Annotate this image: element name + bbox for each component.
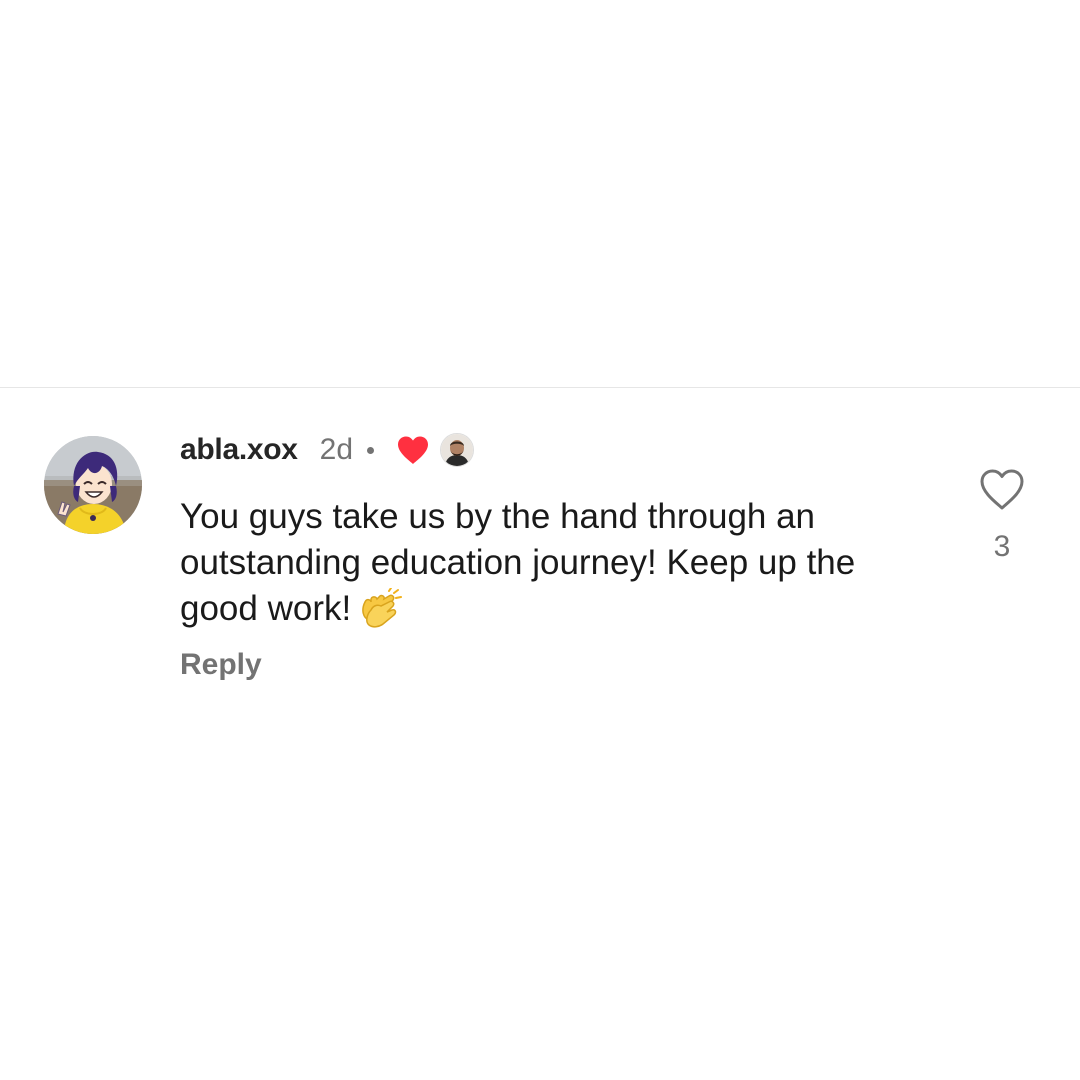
comment-body: You guys take us by the hand through an … <box>180 494 940 632</box>
separator-dot <box>367 446 375 454</box>
comment-username[interactable]: abla.xox <box>180 433 298 467</box>
like-count: 3 <box>993 530 1011 563</box>
comment-timestamp: 2d <box>319 433 354 466</box>
commenter-avatar[interactable] <box>44 436 142 534</box>
heart-outline-icon[interactable] <box>978 468 1026 512</box>
comment-text: You guys take us by the hand through an … <box>180 497 856 628</box>
creator-avatar <box>440 433 475 467</box>
comment-item: abla.xox 2d You guys take us by the hand… <box>0 388 1080 728</box>
comment-meta: abla.xox 2d <box>180 428 475 472</box>
heart-filled-icon <box>398 436 429 464</box>
reply-button[interactable]: Reply <box>180 648 262 682</box>
clapping-hands-icon <box>362 588 403 628</box>
